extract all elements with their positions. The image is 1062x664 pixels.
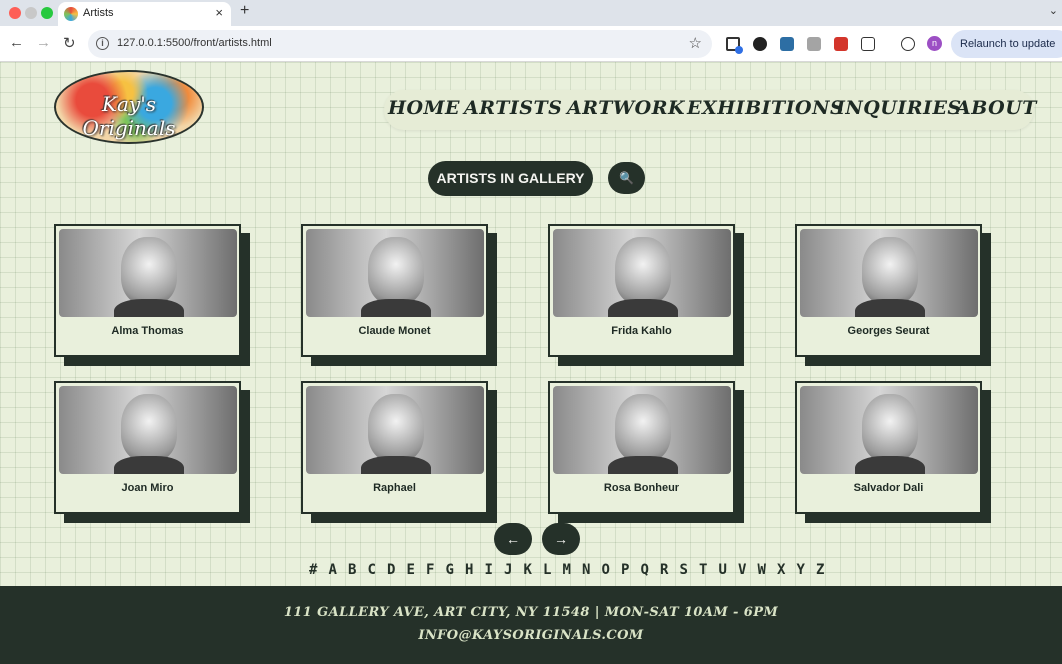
browser-toolbar: ← → ↻ i 127.0.0.1:5500/front/artists.htm…	[0, 26, 1062, 62]
extension-gray-icon[interactable]	[807, 37, 821, 51]
artist-name: Claude Monet	[358, 325, 431, 337]
close-window-button[interactable]	[9, 7, 21, 19]
letter-filter[interactable]: N	[579, 562, 594, 578]
artist-card[interactable]: Salvador Dali	[795, 381, 991, 523]
site-logo[interactable]: Kay's Originals	[54, 70, 204, 144]
letter-filter[interactable]: C	[365, 562, 380, 578]
letter-filter[interactable]: I	[482, 562, 497, 578]
search-icon: 🔍	[619, 171, 634, 185]
letter-filter[interactable]: D	[384, 562, 399, 578]
artist-photo	[59, 229, 237, 317]
left-arrow-icon: ←	[506, 531, 520, 547]
browser-tab-bar: Artists × + ⌄	[0, 0, 1062, 26]
nav-artwork[interactable]: ARTWORK	[567, 97, 685, 119]
artist-name: Frida Kahlo	[611, 325, 672, 337]
nav-exhibitions[interactable]: EXHIBITIONS	[687, 97, 844, 119]
letter-filter[interactable]: B	[345, 562, 360, 578]
artist-photo	[553, 386, 731, 474]
site-info-icon[interactable]: i	[96, 37, 109, 50]
maximize-window-button[interactable]	[41, 7, 53, 19]
artist-name: Alma Thomas	[111, 325, 184, 337]
letter-filter[interactable]: Z	[813, 562, 828, 578]
extension-dark-icon[interactable]	[753, 37, 767, 51]
extension-image-icon[interactable]	[780, 37, 794, 51]
artist-photo	[59, 386, 237, 474]
address-bar[interactable]: i 127.0.0.1:5500/front/artists.html ☆	[88, 30, 712, 58]
site-footer: 111 GALLERY AVE, ART CITY, NY 11548 | MO…	[0, 586, 1062, 664]
letter-filter[interactable]: O	[599, 562, 614, 578]
back-arrow-icon[interactable]: ←	[9, 34, 24, 51]
cast-badge-icon	[735, 46, 743, 54]
artist-photo	[553, 229, 731, 317]
nav-inquiries[interactable]: INQUIRIES	[836, 97, 962, 119]
letter-filter[interactable]: F	[423, 562, 438, 578]
letter-filter[interactable]: X	[774, 562, 789, 578]
letter-filter[interactable]: J	[501, 562, 516, 578]
artist-photo	[306, 229, 484, 317]
letter-filter[interactable]: H	[462, 562, 477, 578]
artist-name: Salvador Dali	[853, 482, 924, 494]
letter-filter[interactable]: G	[443, 562, 458, 578]
artist-name: Joan Miro	[121, 482, 174, 494]
tab-search-icon[interactable]: ⌄	[1049, 4, 1058, 17]
letter-filter[interactable]: #	[306, 562, 321, 578]
profile-avatar[interactable]: n	[927, 36, 942, 51]
letter-filter[interactable]: W	[755, 562, 770, 578]
main-nav: HOME ARTISTS ARTWORK EXHIBITIONS INQUIRI…	[384, 90, 1037, 130]
page-body: Kay's Originals HOME ARTISTS ARTWORK EXH…	[0, 62, 1062, 664]
artist-card[interactable]: Claude Monet	[301, 224, 497, 366]
artist-name: Raphael	[373, 482, 416, 494]
performance-icon[interactable]	[901, 37, 915, 51]
section-title-pill: ARTISTS IN GALLERY	[428, 161, 593, 196]
nav-home[interactable]: HOME	[388, 97, 460, 119]
letter-filter[interactable]: R	[657, 562, 672, 578]
letter-filter[interactable]: E	[404, 562, 419, 578]
letter-filter[interactable]: T	[696, 562, 711, 578]
extension-trash-icon[interactable]	[834, 37, 848, 51]
close-tab-icon[interactable]: ×	[215, 5, 223, 20]
letter-filter[interactable]: U	[716, 562, 731, 578]
extensions-puzzle-icon[interactable]	[861, 37, 875, 51]
letter-filter[interactable]: V	[735, 562, 750, 578]
letter-filter[interactable]: M	[560, 562, 575, 578]
artist-photo	[306, 386, 484, 474]
letter-filter[interactable]: P	[618, 562, 633, 578]
new-tab-icon[interactable]: +	[240, 2, 249, 20]
next-page-button[interactable]: →	[542, 523, 580, 555]
letter-filter[interactable]: Q	[638, 562, 653, 578]
tab-title: Artists	[83, 7, 114, 19]
right-arrow-icon: →	[554, 531, 568, 547]
artist-card[interactable]: Joan Miro	[54, 381, 250, 523]
footer-address: 111 GALLERY AVE, ART CITY, NY 11548 | MO…	[283, 605, 779, 620]
artist-name: Georges Seurat	[847, 325, 930, 337]
previous-page-button[interactable]: ←	[494, 523, 532, 555]
letter-filter[interactable]: A	[326, 562, 341, 578]
url-text[interactable]: 127.0.0.1:5500/front/artists.html	[117, 37, 272, 49]
artist-card[interactable]: Georges Seurat	[795, 224, 991, 366]
minimize-window-button[interactable]	[25, 7, 37, 19]
artist-card[interactable]: Raphael	[301, 381, 497, 523]
letter-filter[interactable]: K	[521, 562, 536, 578]
alphabet-filter: # A B C D E F G H I J K L M N O P Q R S …	[306, 562, 833, 578]
forward-arrow-icon[interactable]: →	[36, 34, 51, 51]
artist-photo	[800, 229, 978, 317]
footer-email[interactable]: INFO@KAYSORIGINALS.COM	[0, 628, 1062, 643]
nav-artists[interactable]: ARTISTS	[464, 97, 562, 119]
favicon-icon	[64, 7, 78, 21]
artist-card[interactable]: Frida Kahlo	[548, 224, 744, 366]
bookmark-star-icon[interactable]: ☆	[689, 34, 702, 52]
nav-about[interactable]: ABOUT	[956, 97, 1037, 119]
artist-card[interactable]: Alma Thomas	[54, 224, 250, 366]
browser-tab[interactable]: Artists ×	[58, 2, 231, 26]
letter-filter[interactable]: L	[540, 562, 555, 578]
search-button[interactable]: 🔍	[608, 162, 645, 194]
letter-filter[interactable]: S	[677, 562, 692, 578]
artist-name: Rosa Bonheur	[603, 482, 680, 494]
artist-photo	[800, 386, 978, 474]
letter-filter[interactable]: Y	[794, 562, 809, 578]
artist-card[interactable]: Rosa Bonheur	[548, 381, 744, 523]
logo-text: Kay's Originals	[82, 92, 176, 140]
relaunch-button[interactable]: Relaunch to update	[951, 30, 1062, 58]
reload-icon[interactable]: ↻	[63, 34, 76, 52]
